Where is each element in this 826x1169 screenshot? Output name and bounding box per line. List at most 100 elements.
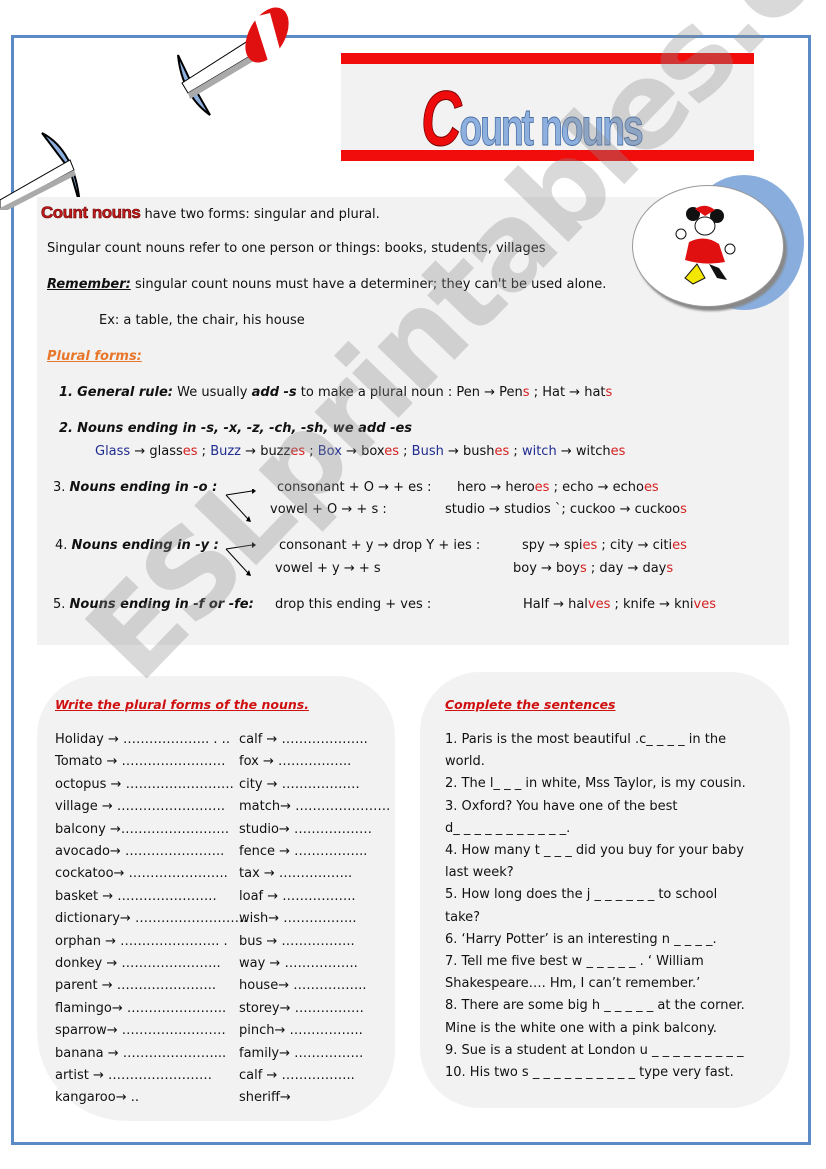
rule-4: 4. Nouns ending in -y :	[55, 538, 219, 553]
example: studio → studios `; cuckoo → cuckoo	[445, 502, 681, 517]
noun-item: basket → …………………..	[55, 888, 217, 904]
noun-item: Tomato → ……………………	[55, 754, 226, 770]
example: boy → boy	[513, 561, 580, 576]
plural-heading: Plural forms:	[47, 349, 142, 364]
title-rest: ount nouns	[459, 99, 644, 158]
arrow-icon: →	[241, 444, 261, 459]
noun-item: pinch→ ……………..	[239, 1023, 363, 1039]
separator: ;	[399, 444, 412, 459]
title-bar-top	[341, 53, 754, 64]
cartoon-mouse-icon	[675, 205, 736, 285]
sentence-line: Mine is the white one with a pink balcon…	[445, 1020, 717, 1036]
suffix: es	[494, 444, 510, 459]
stem: bush	[463, 444, 495, 459]
base-word: Buzz	[210, 444, 242, 459]
separator: ;	[305, 444, 318, 459]
suffix: es	[182, 444, 198, 459]
rule-4-ex1: spy → spies ; city → cities	[522, 538, 687, 553]
noun-item: wish→ ……………..	[239, 911, 357, 927]
cartoon-circle	[632, 185, 784, 307]
sentence-line: world.	[445, 754, 485, 770]
arrow-icon: →	[556, 444, 576, 459]
noun-item: balcony →…………………….	[55, 821, 230, 837]
example: spy → spi	[522, 538, 583, 553]
rule-4-line2: vowel + y → + s	[275, 561, 381, 576]
base-word: witch	[521, 444, 557, 459]
sentence-line: take?	[445, 909, 481, 925]
example-line: Ex: a table, the chair, his house	[99, 313, 305, 328]
suffix: es	[643, 480, 659, 495]
rule-number: 5.	[53, 597, 66, 612]
noun-item: donkey → …………………..	[55, 956, 221, 971]
noun-item: bus → ……………..	[239, 933, 355, 949]
rule-2-examples: Glass → glasses ; Buzz → buzzes ; Box → …	[95, 444, 625, 459]
plural-example: Glass → glasses	[95, 444, 198, 459]
rule-number: 3.	[53, 480, 66, 495]
intro-lead: Count nouns have two forms: singular and…	[41, 203, 380, 223]
rule-3-line1: consonant + O → + es :	[277, 480, 432, 495]
suffix: ves	[587, 597, 611, 612]
suffix: ves	[693, 597, 716, 612]
noun-item: way → ……………..	[239, 956, 358, 971]
stem: witch	[575, 444, 611, 459]
noun-item: banana → …………………...	[55, 1045, 227, 1061]
suffix: s	[666, 561, 674, 576]
suffix: s	[579, 561, 587, 576]
exercise-1-heading: Write the plural forms of the nouns.	[55, 697, 309, 712]
noun-item: avocado→ …………………..	[55, 844, 225, 859]
sentence-line: 5. How long does the j _ _ _ _ _ _ to sc…	[445, 887, 718, 903]
separator: ;	[509, 444, 522, 459]
noun-item: parent → …………………..	[55, 978, 217, 994]
sentence-line: d_ _ _ _ _ _ _ _ _ _ _.	[445, 820, 571, 836]
suffix: es	[610, 444, 626, 459]
title-banner: Count nouns	[341, 53, 754, 163]
sentence-line: 10. His two s _ _ _ _ _ _ _ _ _ _ type v…	[445, 1065, 734, 1080]
remember-note: Remember: singular count nouns must have…	[47, 277, 606, 292]
example: ; day → day	[586, 561, 667, 576]
sentence-line: 1. Paris is the most beautiful .c_ _ _ _…	[445, 732, 727, 747]
stem: glass	[149, 444, 183, 459]
example: ; city → citi	[597, 538, 673, 553]
exercise-2-heading: Complete the sentences	[445, 697, 616, 712]
sentence-line: 4. How many t _ _ _ did you buy for your…	[445, 843, 744, 858]
noun-item: orphan → ………………….. .	[55, 933, 228, 949]
stem: buzz	[260, 444, 291, 459]
exercise-2-panel: Complete the sentences 1. Paris is the m…	[420, 672, 790, 1108]
noun-item: family→ …………….	[239, 1045, 364, 1061]
rule-text: to make a plural noun : Pen → Pen	[296, 385, 523, 400]
title-first-letter: C	[421, 74, 462, 163]
noun-item: match→ ………………….	[239, 799, 391, 815]
sentence-line: last week?	[445, 865, 514, 881]
plural-example: Buzz → buzzes	[210, 444, 305, 459]
sentence-line: 7. Tell me five best w _ _ _ _ _ . ‘ Wil…	[445, 954, 704, 969]
plural-example: Bush → bushes	[412, 444, 510, 459]
noun-item: sheriff→	[239, 1090, 291, 1106]
noun-item: calf → ………………..	[239, 732, 368, 747]
suffix: es	[582, 538, 598, 553]
rule-label: Nouns ending in -y :	[71, 538, 219, 553]
rule-label: Nouns ending in -o :	[69, 480, 218, 495]
rule-5: 5. Nouns ending in -f or -fe:	[53, 597, 254, 612]
sentence-line: 8. There are some big h _ _ _ _ _ at the…	[445, 998, 745, 1014]
noun-item: fox → ……………..	[239, 754, 352, 770]
lead-term: Count nouns	[41, 203, 141, 223]
noun-item: village → …………………….	[55, 799, 226, 815]
stem: box	[361, 444, 385, 459]
plural-example: Box → boxes	[318, 444, 399, 459]
noun-item: loaf → ……………..	[239, 888, 356, 904]
rule-number: 2.	[59, 421, 73, 436]
noun-item: flamingo→ …………………..	[55, 1000, 227, 1016]
noun-item: cockatoo→ …………………..	[55, 866, 228, 882]
example: ; echo → echo	[549, 480, 644, 495]
lead-rest: have two forms: singular and plural.	[140, 207, 380, 222]
sentence-line: 6. ‘Harry Potter’ is an interesting n _ …	[445, 931, 717, 947]
suffix: es	[290, 444, 306, 459]
noun-item: kangaroo→ ..	[55, 1090, 139, 1106]
sentence-line: 2. The l_ _ _ in white, Mss Taylor, is m…	[445, 776, 746, 792]
suffix: es	[384, 444, 399, 459]
noun-item: studio→ ………………	[239, 821, 372, 837]
rule-3-line2: vowel + O → + s :	[270, 502, 387, 517]
example: hero → hero	[457, 480, 535, 495]
noun-item: Holiday → ……………….. . ..	[55, 732, 230, 747]
rule-bold: add -s	[251, 385, 297, 400]
